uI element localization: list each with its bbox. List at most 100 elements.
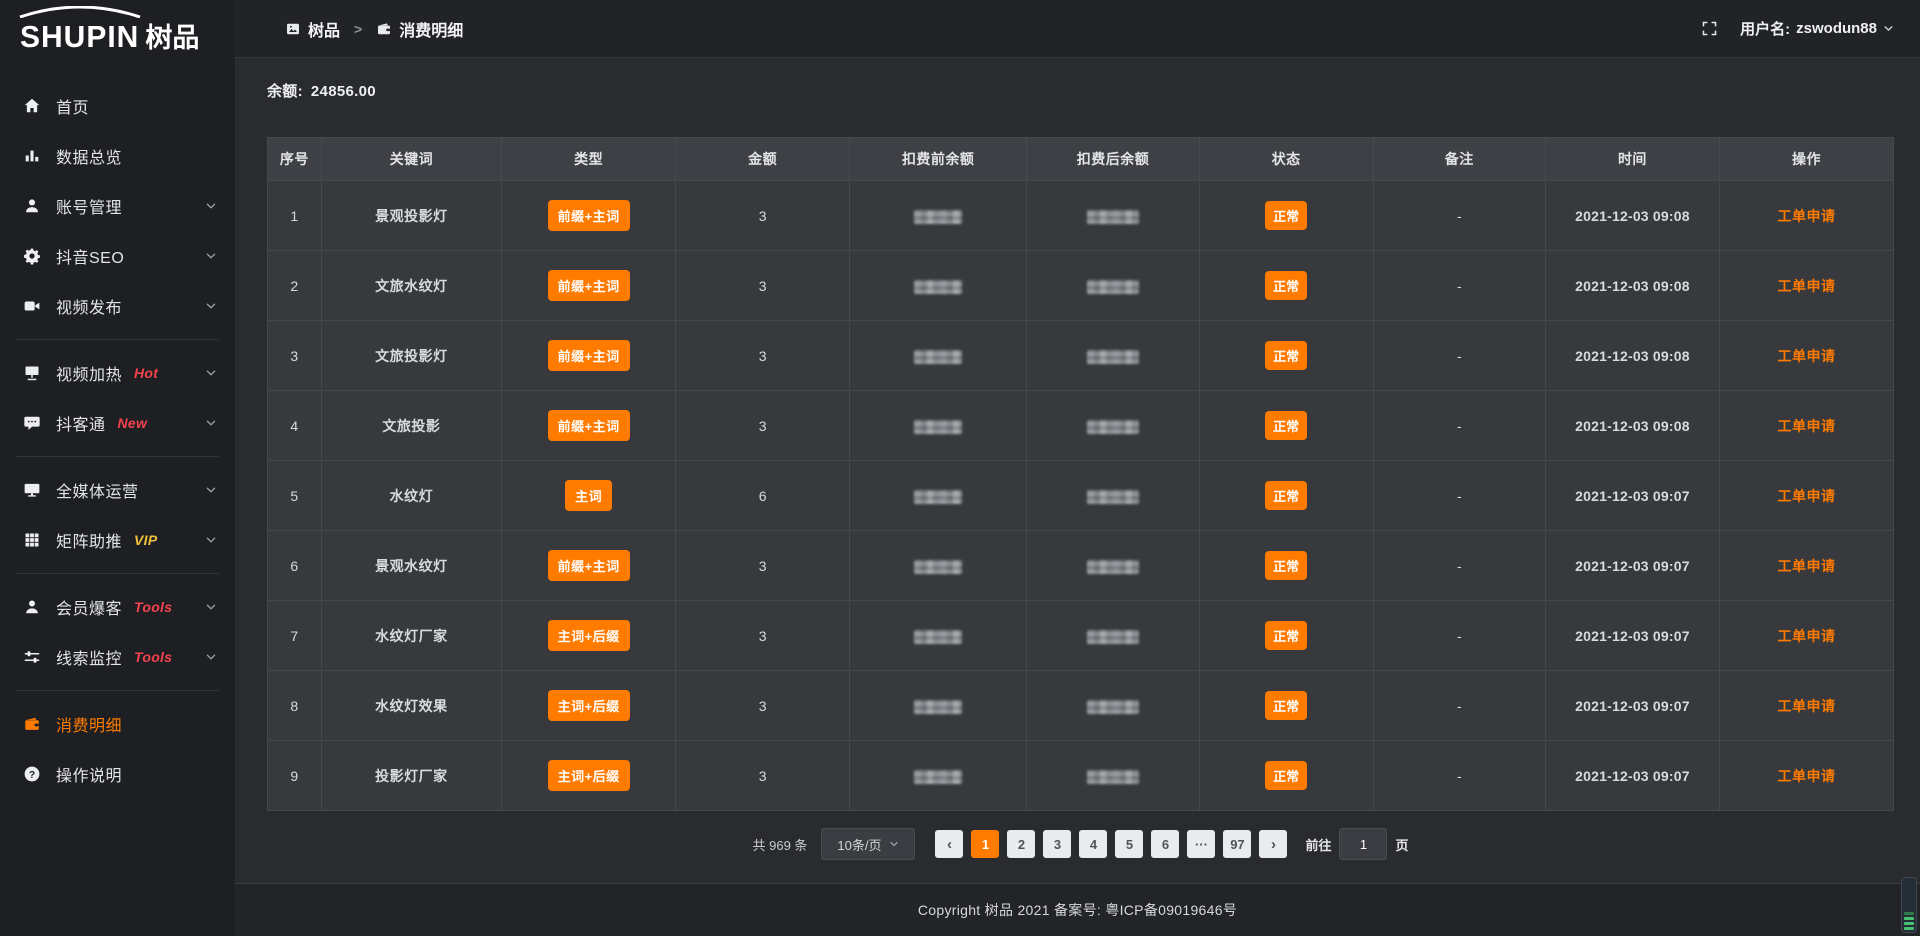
user-menu[interactable]: 用户名: zswodun88 <box>1740 18 1894 39</box>
work-order-link[interactable]: 工单申请 <box>1777 418 1835 434</box>
work-order-link[interactable]: 工单申请 <box>1777 208 1835 224</box>
cell-status: 正常 <box>1199 251 1373 321</box>
cell-type: 前缀+主词 <box>502 321 676 391</box>
cell-type: 主词+后缀 <box>502 601 676 671</box>
col-status: 状态 <box>1199 138 1373 181</box>
cell-remark: - <box>1373 181 1545 251</box>
work-order-link[interactable]: 工单申请 <box>1777 278 1835 294</box>
sidebar-item-home[interactable]: 首页 <box>0 81 235 131</box>
work-order-link[interactable]: 工单申请 <box>1777 698 1835 714</box>
page-button-1[interactable]: 1 <box>971 830 999 858</box>
cell-keyword: 文旅投影灯 <box>321 321 501 391</box>
cell-keyword: 景观水纹灯 <box>321 531 501 601</box>
picture-icon <box>285 21 301 37</box>
page-size-value: 10条/页 <box>837 835 881 854</box>
page-button-2[interactable]: 2 <box>1007 830 1035 858</box>
cell-index: 5 <box>268 461 322 531</box>
cell-status: 正常 <box>1199 321 1373 391</box>
page-button-6[interactable]: 6 <box>1151 830 1179 858</box>
goto-page-input[interactable] <box>1339 828 1387 860</box>
page-button-3[interactable]: 3 <box>1043 830 1071 858</box>
cell-balance-before <box>850 741 1027 811</box>
status-badge: 正常 <box>1265 551 1307 580</box>
work-order-link[interactable]: 工单申请 <box>1777 768 1835 784</box>
censored-balance-after <box>1087 770 1139 784</box>
breadcrumb-current: 消费明细 <box>399 17 463 41</box>
sidebar-item-member-burst[interactable]: 会员爆客Tools <box>0 582 235 632</box>
work-order-link[interactable]: 工单申请 <box>1777 628 1835 644</box>
sidebar-item-clue-monitor[interactable]: 线索监控Tools <box>0 632 235 682</box>
net-bar <box>1904 922 1914 925</box>
work-order-link[interactable]: 工单申请 <box>1777 558 1835 574</box>
cell-type: 前缀+主词 <box>502 251 676 321</box>
page-size-select[interactable]: 10条/页 <box>821 828 915 860</box>
goto-unit: 页 <box>1395 835 1408 854</box>
more-pages-button[interactable]: ··· <box>1187 830 1215 858</box>
sidebar-item-operation-guide[interactable]: ?操作说明 <box>0 749 235 799</box>
page-button-4[interactable]: 4 <box>1079 830 1107 858</box>
cell-index: 1 <box>268 181 322 251</box>
cell-time: 2021-12-03 09:07 <box>1545 741 1719 811</box>
cell-balance-before <box>850 531 1027 601</box>
content: 余额:24856.00 序号 关键词 类型 金额 扣费前余额 扣费后余额 <box>235 58 1920 883</box>
work-order-link[interactable]: 工单申请 <box>1777 488 1835 504</box>
sidebar-item-douyin-seo[interactable]: 抖音SEO <box>0 231 235 281</box>
censored-balance-before <box>914 420 962 434</box>
next-page-button[interactable]: › <box>1259 830 1287 858</box>
cell-action: 工单申请 <box>1719 741 1893 811</box>
sidebar-item-video-heat[interactable]: 视频加热Hot <box>0 348 235 398</box>
goto-page: 前往 页 <box>1305 828 1408 860</box>
cell-balance-before <box>850 601 1027 671</box>
cell-balance-after <box>1027 461 1199 531</box>
censored-balance-after <box>1087 490 1139 504</box>
net-bar <box>1904 917 1914 920</box>
censored-balance-after <box>1087 280 1139 294</box>
breadcrumb-home[interactable]: 树品 <box>308 17 340 41</box>
censored-balance-after <box>1087 420 1139 434</box>
cell-amount: 3 <box>676 251 850 321</box>
sidebar-menu: 首页数据总览账号管理抖音SEO视频发布视频加热Hot抖客通New 全媒体运营矩阵助… <box>0 68 235 936</box>
sidebar-item-video-publish[interactable]: 视频发布 <box>0 281 235 331</box>
chevron-down-icon <box>205 534 217 546</box>
sidebar-item-label: 全媒体运营 <box>56 478 139 502</box>
fullscreen-icon[interactable] <box>1701 20 1718 37</box>
username-label: 用户名: <box>1740 18 1790 39</box>
chevron-down-icon <box>205 300 217 312</box>
cell-keyword: 景观投影灯 <box>321 181 501 251</box>
sidebar-item-label: 消费明细 <box>56 712 122 736</box>
cell-remark: - <box>1373 741 1545 811</box>
sidebar-item-data-overview[interactable]: 数据总览 <box>0 131 235 181</box>
footer: Copyright 树品 2021 备案号: 粤ICP备09019646号 <box>235 883 1920 936</box>
wallet-icon <box>376 21 392 37</box>
prev-page-button[interactable]: ‹ <box>935 830 963 858</box>
sidebar-item-all-media[interactable]: 全媒体运营 <box>0 465 235 515</box>
sidebar-item-consume-detail[interactable]: 消费明细 <box>0 699 235 749</box>
sidebar-item-account-manage[interactable]: 账号管理 <box>0 181 235 231</box>
sidebar-divider <box>16 690 219 691</box>
sidebar-item-douketong[interactable]: 抖客通New <box>0 398 235 448</box>
cell-time: 2021-12-03 09:08 <box>1545 391 1719 461</box>
work-order-link[interactable]: 工单申请 <box>1777 348 1835 364</box>
cell-balance-after <box>1027 391 1199 461</box>
sidebar-item-matrix-boost[interactable]: 矩阵助推VIP <box>0 515 235 565</box>
sidebar-item-label: 会员爆客 <box>56 595 122 619</box>
type-badge: 主词 <box>565 480 612 511</box>
censored-balance-before <box>914 630 962 644</box>
censored-balance-before <box>914 210 962 224</box>
type-badge: 前缀+主词 <box>548 410 630 441</box>
status-badge: 正常 <box>1265 621 1307 650</box>
cell-action: 工单申请 <box>1719 321 1893 391</box>
table-row: 5水纹灯主词6正常-2021-12-03 09:07工单申请 <box>268 461 1894 531</box>
cell-action: 工单申请 <box>1719 181 1893 251</box>
chevron-down-icon <box>889 839 899 849</box>
page-button-97[interactable]: 97 <box>1223 830 1251 858</box>
sidebar: SHUPIN 树品 首页数据总览账号管理抖音SEO视频发布视频加热Hot抖客通N… <box>0 0 235 936</box>
cell-status: 正常 <box>1199 461 1373 531</box>
cell-index: 6 <box>268 531 322 601</box>
cell-amount: 3 <box>676 671 850 741</box>
logo-text-en: SHUPIN <box>20 21 139 56</box>
cell-amount: 3 <box>676 531 850 601</box>
sidebar-item-label: 线索监控 <box>56 645 122 669</box>
cell-balance-after <box>1027 741 1199 811</box>
page-button-5[interactable]: 5 <box>1115 830 1143 858</box>
